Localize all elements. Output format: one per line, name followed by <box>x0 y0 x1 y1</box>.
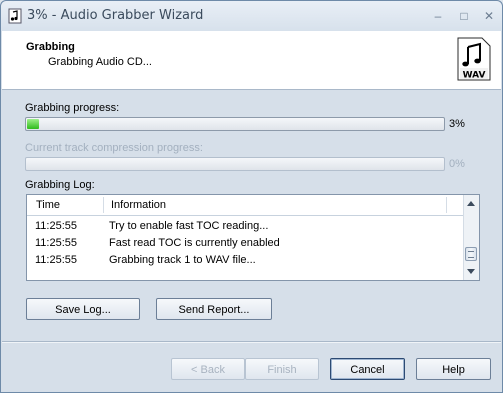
log-time: 11:25:55 <box>35 237 78 249</box>
compression-progress-label: Current track compression progress: <box>25 142 203 154</box>
column-divider[interactable] <box>103 197 104 213</box>
column-header-information[interactable]: Information <box>111 199 166 211</box>
header-panel: Grabbing Grabbing Audio CD... WAV <box>2 31 501 90</box>
save-log-button[interactable]: Save Log... <box>26 298 140 320</box>
log-row[interactable]: 11:25:55 Grabbing track 1 to WAV file... <box>27 252 463 269</box>
page-subtitle: Grabbing Audio CD... <box>48 56 152 68</box>
wav-icon-text: WAV <box>463 71 486 81</box>
log-info: Grabbing track 1 to WAV file... <box>109 254 256 266</box>
finish-button[interactable]: Finish <box>245 358 319 380</box>
scroll-down-arrow-icon[interactable] <box>467 269 475 274</box>
back-button[interactable]: < Back <box>171 358 245 380</box>
grabbing-progress-fill <box>27 119 39 129</box>
column-divider[interactable] <box>446 197 447 213</box>
title-bar[interactable]: 3% - Audio Grabber Wizard – □ ✕ <box>1 1 502 31</box>
grabbing-progress-percent: 3% <box>449 118 465 130</box>
wizard-window: 3% - Audio Grabber Wizard – □ ✕ Grabbing… <box>0 0 503 393</box>
log-time: 11:25:55 <box>35 220 78 232</box>
help-button[interactable]: Help <box>416 358 491 380</box>
wav-file-icon: WAV <box>457 37 491 81</box>
grabbing-log-label: Grabbing Log: <box>25 179 95 191</box>
log-info: Try to enable fast TOC reading... <box>109 220 269 232</box>
log-header: Time Information <box>27 195 463 216</box>
grabbing-progress-bar <box>25 117 445 131</box>
send-report-button[interactable]: Send Report... <box>156 298 272 320</box>
compression-progress-bar <box>25 157 445 171</box>
grabbing-log-list[interactable]: Time Information 11:25:55 Try to enable … <box>26 194 480 281</box>
footer-divider-highlight <box>2 342 501 343</box>
maximize-icon[interactable]: □ <box>457 9 471 23</box>
minimize-icon[interactable]: – <box>431 9 445 23</box>
log-scrollbar[interactable] <box>463 195 479 280</box>
log-time: 11:25:55 <box>35 254 78 266</box>
log-info: Fast read TOC is currently enabled <box>109 237 280 249</box>
scroll-up-arrow-icon[interactable] <box>467 201 475 206</box>
cancel-button[interactable]: Cancel <box>330 358 405 380</box>
scroll-thumb[interactable] <box>465 247 477 261</box>
grabbing-progress-label: Grabbing progress: <box>25 102 120 114</box>
log-row[interactable]: 11:25:55 Fast read TOC is currently enab… <box>27 235 463 252</box>
close-icon[interactable]: ✕ <box>482 9 496 23</box>
page-title: Grabbing <box>26 41 75 53</box>
compression-progress-percent: 0% <box>449 158 465 170</box>
app-icon <box>8 8 22 24</box>
window-title: 3% - Audio Grabber Wizard <box>27 8 204 23</box>
log-row[interactable]: 11:25:55 Try to enable fast TOC reading.… <box>27 218 463 235</box>
column-header-time[interactable]: Time <box>36 199 60 211</box>
